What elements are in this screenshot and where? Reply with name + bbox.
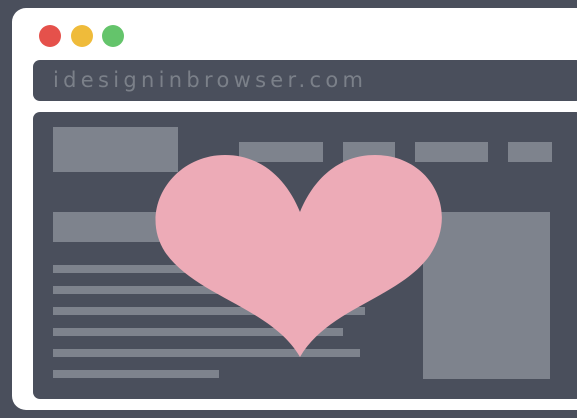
heart-shape	[155, 155, 442, 357]
browser-illustration: idesigninbrowser.com	[0, 0, 577, 418]
heart-icon	[155, 155, 442, 357]
